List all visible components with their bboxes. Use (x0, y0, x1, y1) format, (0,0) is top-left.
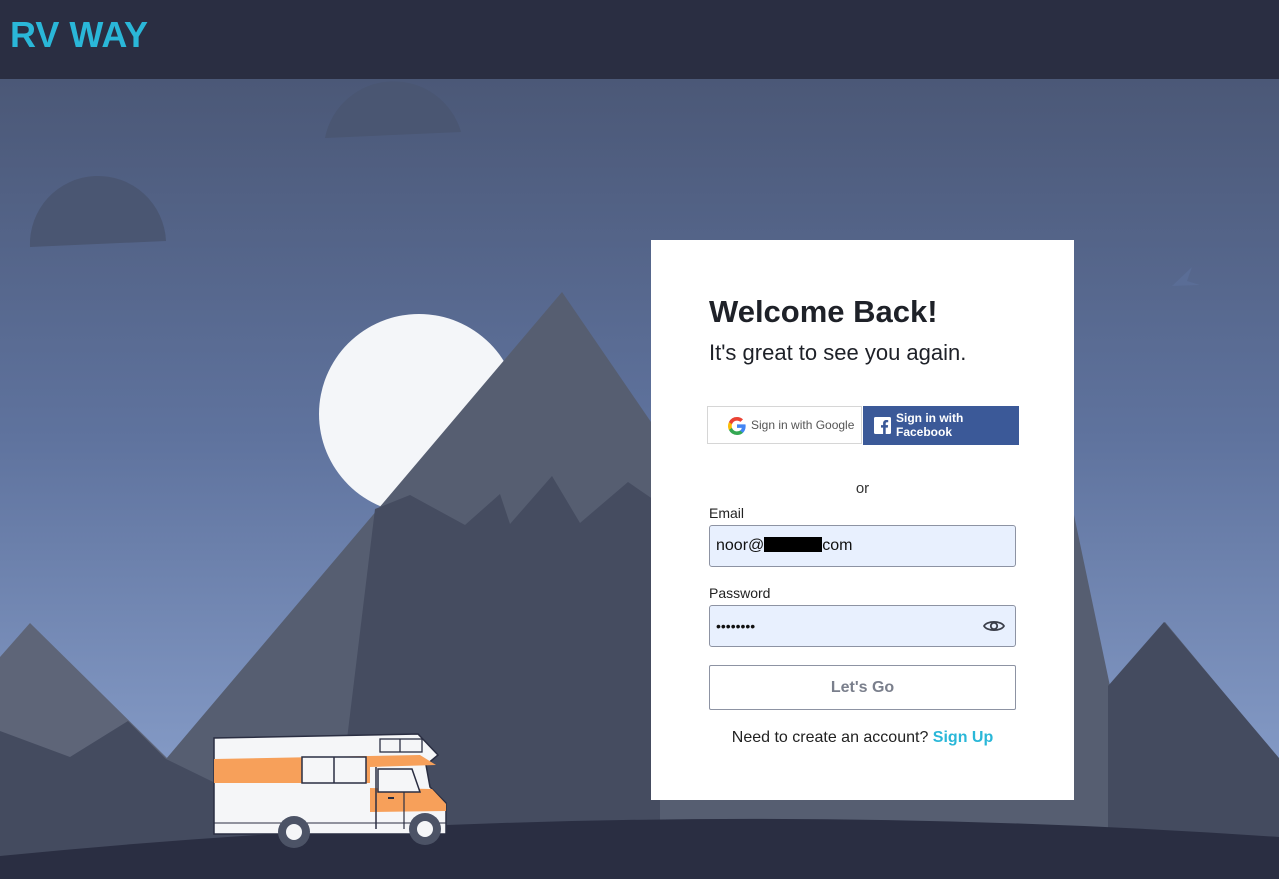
page-subtitle: It's great to see you again. (709, 340, 967, 365)
or-divider: or (855, 480, 870, 497)
redaction-bar (764, 537, 823, 552)
brand-logo[interactable]: RV WAY (10, 14, 148, 56)
email-value-prefix: noor@ (716, 537, 765, 554)
eye-icon[interactable] (983, 618, 1005, 634)
facebook-signin-label: Sign in with Facebook (896, 411, 964, 439)
email-field[interactable]: noor@ com (709, 525, 1016, 567)
password-value: •••••••• (716, 618, 756, 634)
signup-line: Need to create an account? Sign Up (651, 729, 1074, 747)
google-icon (728, 417, 746, 435)
email-label: Email (709, 505, 745, 521)
submit-button[interactable]: Let's Go (709, 665, 1016, 710)
facebook-icon (874, 417, 891, 434)
google-signin-label: Sign in with Google (751, 418, 855, 432)
google-signin-button[interactable]: Sign in with Google (707, 406, 862, 444)
page-title: Welcome Back! (709, 294, 938, 329)
signup-link[interactable]: Sign Up (933, 729, 993, 746)
password-field[interactable]: •••••••• (709, 605, 1016, 647)
facebook-signin-button[interactable]: Sign in with Facebook (863, 406, 1019, 445)
top-bar: RV WAY (0, 0, 1279, 79)
rv-camper-illustration (213, 733, 447, 848)
background-illustration (0, 79, 1279, 879)
signup-prompt: Need to create an account? (731, 729, 929, 746)
password-label: Password (709, 585, 771, 601)
login-card: Welcome Back! It's great to see you agai… (651, 240, 1074, 800)
email-value-suffix: com (822, 537, 853, 554)
